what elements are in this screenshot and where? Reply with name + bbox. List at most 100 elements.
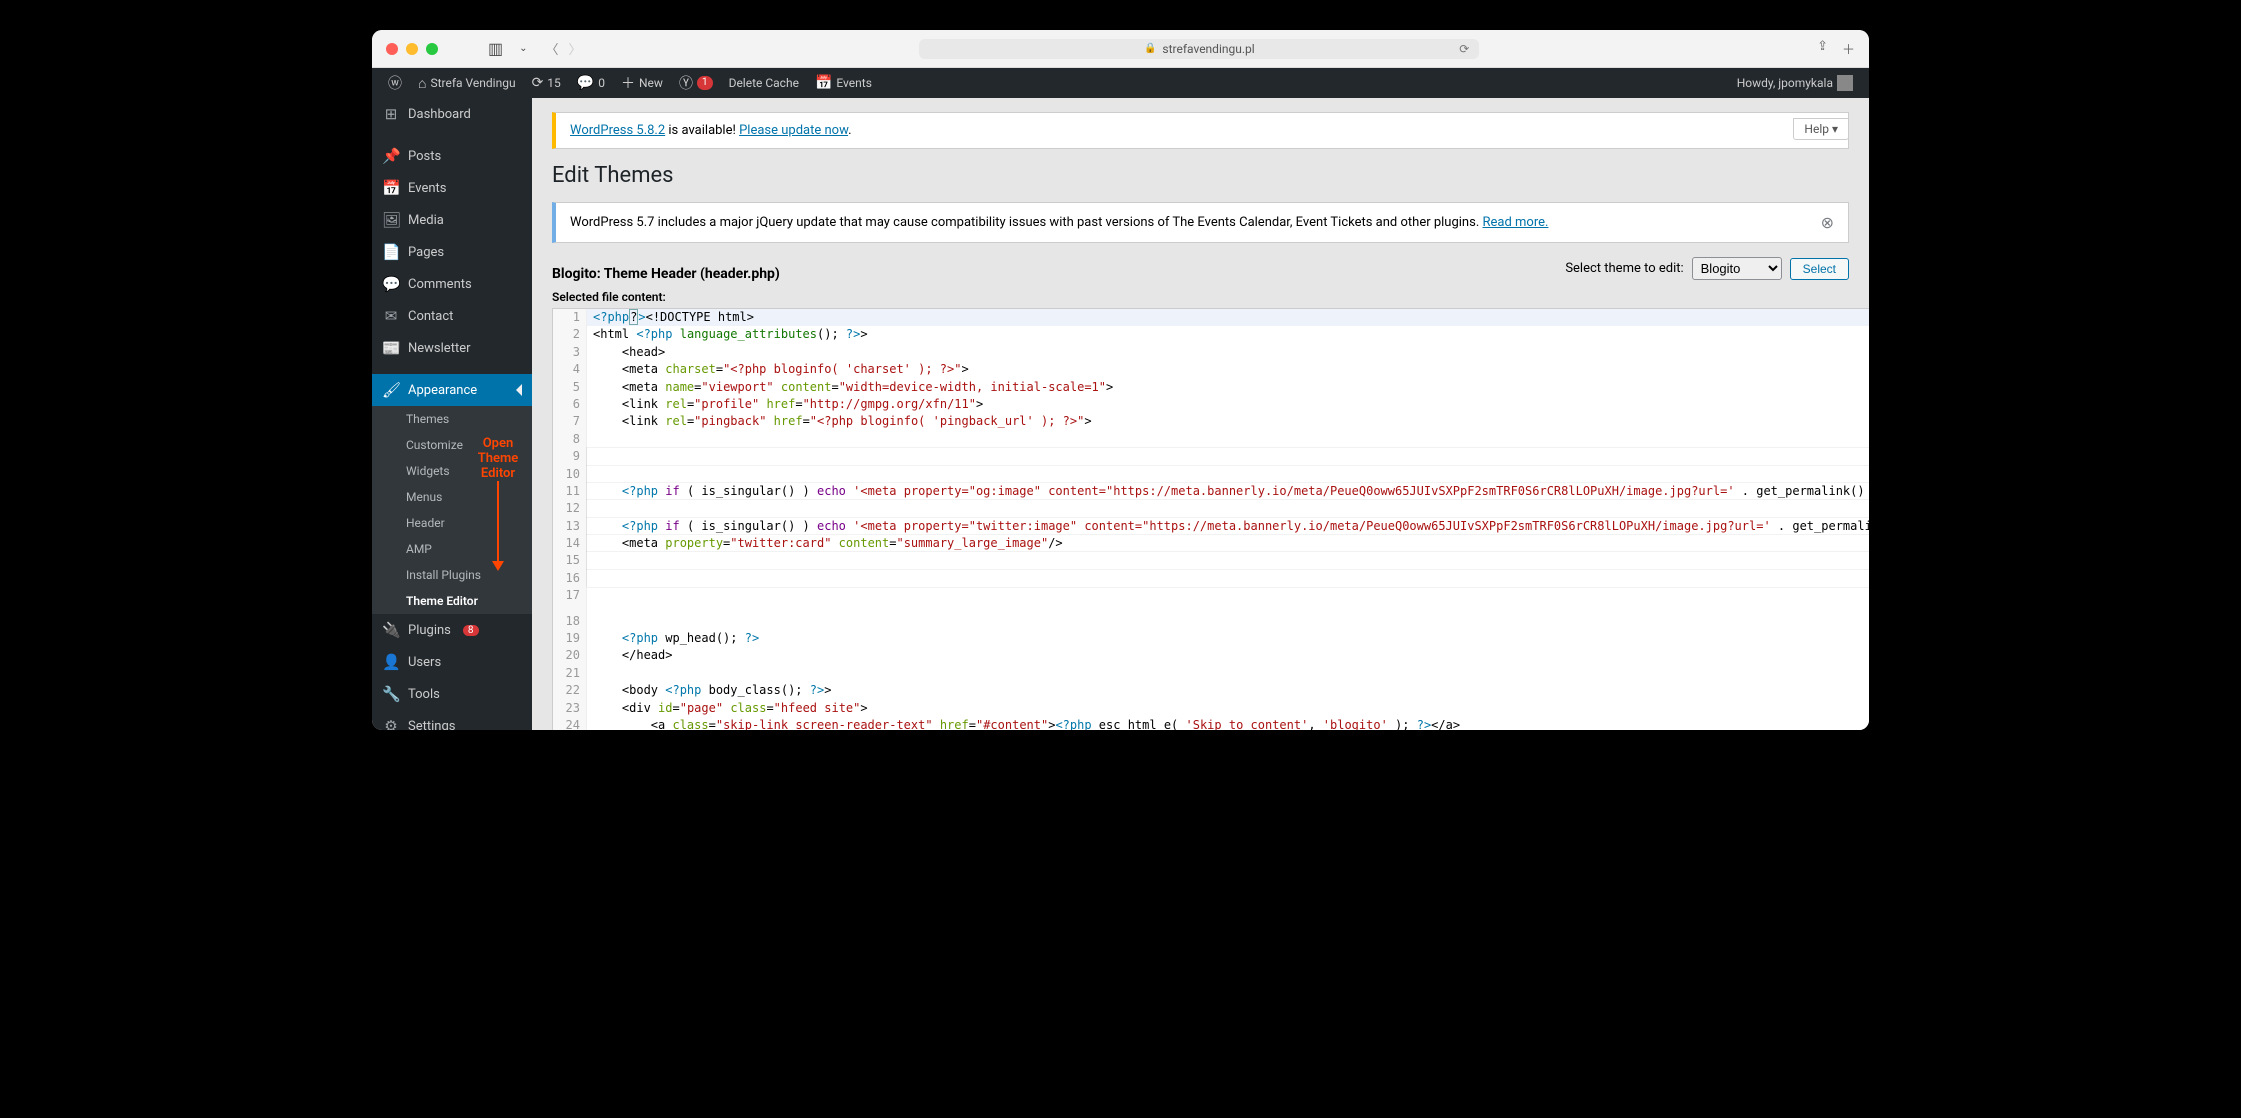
nav-back-icon[interactable]: 〈	[546, 39, 559, 58]
site-name-link[interactable]: ⌂Strefa Vendingu	[410, 68, 524, 98]
calendar-icon: 📅	[815, 75, 832, 91]
address-bar[interactable]: 🔒 strefavendingu.pl ⟳	[919, 39, 1479, 59]
code-line[interactable]: 10	[553, 466, 1869, 483]
update-notice: WordPress 5.8.2 is available! Please upd…	[552, 112, 1849, 149]
code-line[interactable]: 5 <meta name="viewport" content="width=d…	[553, 379, 1869, 396]
sub-customize[interactable]: Customize	[372, 432, 532, 458]
new-content-link[interactable]: ＋New	[613, 68, 671, 98]
code-line[interactable]: 15	[553, 552, 1869, 569]
lock-icon: 🔒	[1144, 43, 1156, 54]
menu-settings[interactable]: ⚙Settings	[372, 710, 532, 730]
code-line[interactable]: 14 <meta property="twitter:card" content…	[553, 535, 1869, 552]
menu-pages[interactable]: 📄Pages	[372, 236, 532, 268]
sub-amp[interactable]: AMP	[372, 536, 532, 562]
wrench-icon: 🔧	[382, 685, 400, 703]
menu-comments[interactable]: 💬Comments	[372, 268, 532, 300]
comment-icon: 💬	[382, 275, 400, 293]
new-tab-icon[interactable]: ＋	[1842, 39, 1855, 58]
read-more-link[interactable]: Read more.	[1482, 215, 1548, 230]
comment-icon: 💬	[577, 75, 594, 91]
menu-appearance[interactable]: 🖌Appearance	[372, 374, 532, 406]
code-line[interactable]: 24 <a class="skip-link screen-reader-tex…	[553, 717, 1869, 730]
delete-cache-link[interactable]: Delete Cache	[721, 68, 807, 98]
menu-events[interactable]: 📅Events	[372, 172, 532, 204]
yoast-icon: Ⓨ	[679, 73, 693, 93]
code-line[interactable]: 22 <body <?php body_class(); ?>>	[553, 682, 1869, 699]
comments-link[interactable]: 💬0	[569, 68, 613, 98]
wp-logo[interactable]: ⓦ	[380, 68, 410, 98]
brush-icon: 🖌	[382, 381, 400, 399]
code-editor[interactable]: 1<?php?><!DOCTYPE html>2<html <?php lang…	[552, 308, 1869, 730]
mail-icon: ✉	[382, 307, 400, 325]
code-line[interactable]: 19 <?php wp_head(); ?>	[553, 630, 1869, 647]
page-icon: 📄	[382, 243, 400, 261]
window-controls[interactable]	[386, 43, 438, 55]
dismiss-icon[interactable]: ⊗	[1821, 213, 1834, 232]
help-tab[interactable]: Help ▾	[1793, 118, 1849, 140]
code-line[interactable]: 1<?php?><!DOCTYPE html>	[553, 309, 1869, 326]
code-line[interactable]: 4 <meta charset="<?php bloginfo( 'charse…	[553, 361, 1869, 378]
code-line[interactable]: 11 <?php if ( is_singular() ) echo '<met…	[553, 483, 1869, 500]
plus-icon: ＋	[621, 73, 635, 93]
code-line[interactable]: 16	[553, 570, 1869, 587]
events-link[interactable]: 📅Events	[807, 68, 880, 98]
code-line[interactable]: 12	[553, 500, 1869, 517]
user-icon: 👤	[382, 653, 400, 671]
chevron-down-icon[interactable]: ⌄	[515, 43, 531, 54]
browser-chrome: ▥ ⌄ 〈 〉 🔒 strefavendingu.pl ⟳ ⇪ ＋	[372, 30, 1869, 68]
code-line[interactable]: 23 <div id="page" class="hfeed site">	[553, 700, 1869, 717]
code-line[interactable]: 8	[553, 431, 1869, 448]
menu-dashboard[interactable]: ⊞Dashboard	[372, 98, 532, 130]
wp-version-link[interactable]: WordPress 5.8.2	[570, 123, 665, 138]
wp-admin-bar: ⓦ ⌂Strefa Vendingu ⟳15 💬0 ＋New Ⓨ1 Delete…	[372, 68, 1869, 98]
nav-forward-icon[interactable]: 〉	[569, 39, 582, 58]
sidebar-toggle-icon[interactable]: ▥	[484, 39, 507, 58]
home-icon: ⌂	[418, 75, 426, 92]
url-text: strefavendingu.pl	[1162, 42, 1254, 56]
code-line[interactable]: 7 <link rel="pingback" href="<?php blogi…	[553, 413, 1869, 430]
code-line[interactable]: 9	[553, 448, 1869, 465]
code-line[interactable]: 3 <head>	[553, 344, 1869, 361]
minimize-window-icon[interactable]	[406, 43, 418, 55]
menu-plugins[interactable]: 🔌Plugins8	[372, 614, 532, 646]
menu-newsletter[interactable]: 📰Newsletter	[372, 332, 532, 364]
menu-contact[interactable]: ✉Contact	[372, 300, 532, 332]
howdy-account[interactable]: Howdy, jpomykala	[1729, 68, 1861, 98]
sub-theme-editor[interactable]: Theme Editor	[372, 588, 532, 614]
sub-install-plugins[interactable]: Install Plugins	[372, 562, 532, 588]
code-line[interactable]: 20 </head>	[553, 647, 1869, 664]
admin-sidebar: ⊞Dashboard 📌Posts 📅Events 🖼Media 📄Pages …	[372, 98, 532, 730]
reload-icon[interactable]: ⟳	[1459, 42, 1469, 56]
appearance-submenu: Themes Customize Widgets Menus Header AM…	[372, 406, 532, 614]
menu-tools[interactable]: 🔧Tools	[372, 678, 532, 710]
code-line[interactable]: 18	[553, 613, 1869, 630]
code-line[interactable]: 6 <link rel="profile" href="http://gmpg.…	[553, 396, 1869, 413]
select-button[interactable]: Select	[1790, 258, 1849, 280]
menu-media[interactable]: 🖼Media	[372, 204, 532, 236]
updates-link[interactable]: ⟳15	[524, 68, 569, 98]
media-icon: 🖼	[382, 211, 400, 229]
calendar-icon: 📅	[382, 179, 400, 197]
seo-link[interactable]: Ⓨ1	[671, 68, 721, 98]
menu-posts[interactable]: 📌Posts	[372, 140, 532, 172]
update-now-link[interactable]: Please update now	[739, 123, 848, 138]
code-line[interactable]: 13 <?php if ( is_singular() ) echo '<met…	[553, 518, 1869, 535]
maximize-window-icon[interactable]	[426, 43, 438, 55]
code-line[interactable]: 17Paste your code here	[553, 587, 1869, 612]
menu-users[interactable]: 👤Users	[372, 646, 532, 678]
code-line[interactable]: 2<html <?php language_attributes(); ?>>	[553, 326, 1869, 343]
share-icon[interactable]: ⇪	[1817, 39, 1828, 58]
content-label: Selected file content:	[552, 290, 1869, 304]
close-window-icon[interactable]	[386, 43, 398, 55]
news-icon: 📰	[382, 339, 400, 357]
dashboard-icon: ⊞	[382, 105, 400, 123]
sub-header[interactable]: Header	[372, 510, 532, 536]
code-line[interactable]: 21	[553, 665, 1869, 682]
theme-select[interactable]: Blogito	[1692, 257, 1782, 280]
sub-widgets[interactable]: Widgets	[372, 458, 532, 484]
sub-themes[interactable]: Themes	[372, 406, 532, 432]
avatar	[1837, 75, 1853, 91]
page-title: Edit Themes	[552, 163, 1849, 188]
main-content: Help ▾ WordPress 5.8.2 is available! Ple…	[532, 98, 1869, 730]
sub-menus[interactable]: Menus	[372, 484, 532, 510]
